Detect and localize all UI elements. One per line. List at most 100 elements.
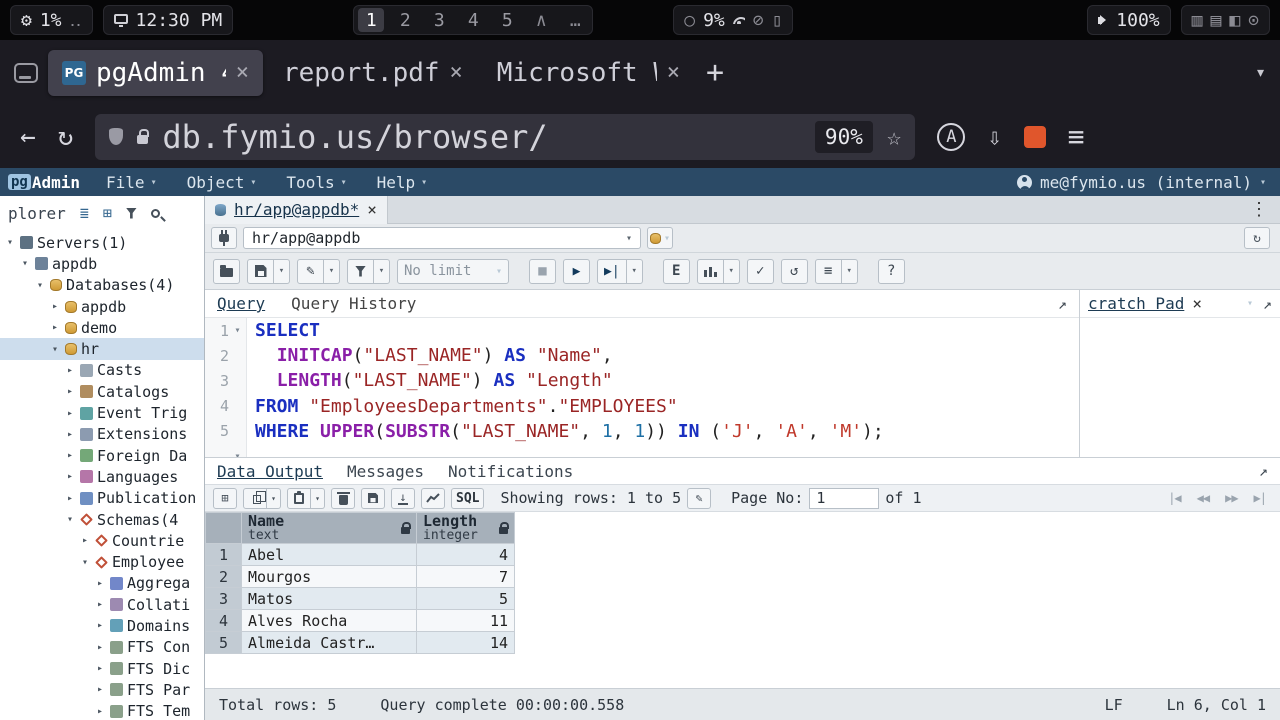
pgadmin-logo[interactable]: pg Admin xyxy=(8,173,80,192)
browser-tab[interactable]: report.pdf× xyxy=(269,50,477,96)
tree-panel-icon[interactable]: ≣ xyxy=(80,204,89,222)
clock-widget[interactable]: 12:30 PM xyxy=(103,5,234,35)
fold-arrow-icon[interactable]: ▾ xyxy=(231,325,244,336)
code-line[interactable]: 1▾SELECT xyxy=(205,318,1079,343)
tree-item-servers-1-[interactable]: ▾Servers(1) xyxy=(0,232,204,253)
save-page-icon[interactable]: ⇩ xyxy=(987,123,1001,151)
cell[interactable]: 11 xyxy=(417,610,515,632)
battery-widget[interactable]: ○ 9% ⊘ ▯ xyxy=(673,5,793,35)
row-number[interactable]: 1 xyxy=(206,544,242,566)
browser-tab[interactable]: PGpgAdmin 4× xyxy=(48,50,263,96)
cell[interactable]: 7 xyxy=(417,566,515,588)
tree-collapse-icon[interactable]: ▾ xyxy=(19,258,31,269)
expand-panel-icon[interactable]: ↗ xyxy=(1259,462,1268,480)
delete-row-button[interactable] xyxy=(331,488,355,509)
workspace-button-1[interactable]: 1 xyxy=(358,8,384,32)
tree-item-aggrega[interactable]: ▸Aggrega xyxy=(0,573,204,594)
tree-item-databases-4-[interactable]: ▾Databases(4) xyxy=(0,275,204,296)
filter-button[interactable] xyxy=(347,259,374,284)
tree-expand-icon[interactable]: ▸ xyxy=(94,684,106,695)
tree-item-domains[interactable]: ▸Domains xyxy=(0,615,204,636)
firefox-view-icon[interactable] xyxy=(14,63,38,83)
tree-expand-icon[interactable]: ▸ xyxy=(64,493,76,504)
code-line[interactable]: 2 INITCAP("LAST_NAME") AS "Name", xyxy=(205,343,1079,368)
row-number[interactable]: 3 xyxy=(206,588,242,610)
code-line[interactable]: 3 LENGTH("LAST_NAME") AS "Length" xyxy=(205,368,1079,393)
rollback-button[interactable]: ↺ xyxy=(781,259,808,284)
layout-icon[interactable]: ∧ xyxy=(528,8,554,32)
add-row-button[interactable]: ⊞ xyxy=(213,488,237,509)
filter-options-caret[interactable]: ▾ xyxy=(374,259,390,284)
edit-button[interactable]: ✎ xyxy=(297,259,324,284)
cell[interactable]: Abel xyxy=(242,544,417,566)
workspace-button-4[interactable]: 4 xyxy=(460,8,486,32)
url-bar[interactable]: db.fymio.us/browser/ 90% ☆ xyxy=(95,114,915,160)
tree-item-demo[interactable]: ▸demo xyxy=(0,317,204,338)
execute-options-caret[interactable]: ▾ xyxy=(627,259,643,284)
tree-item-countrie[interactable]: ▸Countrie xyxy=(0,530,204,551)
grid-panel-icon[interactable]: ⊞ xyxy=(103,204,112,222)
back-button[interactable]: ← xyxy=(20,122,36,152)
tree-expand-icon[interactable]: ▸ xyxy=(79,535,91,546)
column-header-length[interactable]: Lengthinteger xyxy=(417,513,515,544)
cell[interactable]: Matos xyxy=(242,588,417,610)
code-line[interactable]: ▾ xyxy=(205,444,1079,457)
column-header-name[interactable]: Nametext xyxy=(242,513,417,544)
tree-expand-icon[interactable]: ▸ xyxy=(94,578,106,589)
first-page-button[interactable]: |◀ xyxy=(1168,491,1180,505)
paste-button[interactable] xyxy=(287,488,311,509)
scratch-pad-tab[interactable]: cratch Pad xyxy=(1088,294,1184,313)
cell[interactable]: Almeida Castr… xyxy=(242,632,417,654)
account-icon[interactable]: A xyxy=(937,123,965,151)
expand-panel-icon[interactable]: ↗ xyxy=(1058,295,1067,313)
search-icon[interactable] xyxy=(151,209,160,218)
reset-layout-button[interactable]: ↻ xyxy=(1244,227,1270,249)
next-page-button[interactable]: ▶▶ xyxy=(1225,491,1237,505)
cell[interactable]: Alves Rocha xyxy=(242,610,417,632)
tree-expand-icon[interactable]: ▸ xyxy=(94,706,106,717)
graph-visualiser-button[interactable] xyxy=(421,488,445,509)
url-text[interactable]: db.fymio.us/browser/ xyxy=(162,118,547,156)
system-tray[interactable]: ▥ ▤ ◧ ⊙ xyxy=(1181,5,1270,35)
tree-expand-icon[interactable]: ▸ xyxy=(94,663,106,674)
tree-expand-icon[interactable]: ▸ xyxy=(64,386,76,397)
save-file-button[interactable] xyxy=(247,259,274,284)
explain-analyze-button[interactable] xyxy=(697,259,724,284)
workspace-more-icon[interactable]: … xyxy=(562,8,588,32)
tree-expand-icon[interactable]: ▸ xyxy=(64,450,76,461)
tree-item-collati[interactable]: ▸Collati xyxy=(0,594,204,615)
explain-options-caret[interactable]: ▾ xyxy=(724,259,740,284)
download-csv-button[interactable]: ↓ xyxy=(391,488,415,509)
copy-button[interactable] xyxy=(243,488,267,509)
row-number[interactable]: 5 xyxy=(206,632,242,654)
tree-expand-icon[interactable]: ▸ xyxy=(64,365,76,376)
tab-notifications[interactable]: Notifications xyxy=(448,462,573,481)
macros-button[interactable]: ≡ xyxy=(815,259,842,284)
cancel-query-button[interactable]: ■ xyxy=(529,259,556,284)
shield-icon[interactable] xyxy=(109,128,123,145)
tree-expand-icon[interactable]: ▸ xyxy=(94,599,106,610)
tree-item-fts-dic[interactable]: ▸FTS Dic xyxy=(0,658,204,679)
tree-item-extensions[interactable]: ▸Extensions xyxy=(0,424,204,445)
tab-close-icon[interactable]: × xyxy=(1192,294,1202,313)
page-number-input[interactable] xyxy=(809,488,879,509)
macros-caret[interactable]: ▾ xyxy=(842,259,858,284)
tree-item-publication[interactable]: ▸Publication xyxy=(0,488,204,509)
tree-collapse-icon[interactable]: ▾ xyxy=(79,557,91,568)
tree-item-appdb[interactable]: ▾appdb xyxy=(0,253,204,274)
cell[interactable]: 5 xyxy=(417,588,515,610)
query-tool-tab[interactable]: hr/app@appdb* × xyxy=(205,196,388,224)
tree-item-languages[interactable]: ▸Languages xyxy=(0,466,204,487)
tree-item-catalogs[interactable]: ▸Catalogs xyxy=(0,381,204,402)
tree-expand-icon[interactable]: ▸ xyxy=(64,408,76,419)
tree-item-schemas-4[interactable]: ▾Schemas(4 xyxy=(0,509,204,530)
tab-close-icon[interactable]: × xyxy=(367,200,377,219)
save-options-caret[interactable]: ▾ xyxy=(274,259,290,284)
user-menu[interactable]: me@fymio.us (internal) ▾ xyxy=(1017,173,1272,192)
tree-collapse-icon[interactable]: ▾ xyxy=(34,280,46,291)
row-limit-select[interactable]: No limit ▾ xyxy=(397,259,509,284)
power-icon[interactable]: ⊙ xyxy=(1248,10,1259,31)
tree-expand-icon[interactable]: ▸ xyxy=(49,301,61,312)
code-line[interactable]: 5WHERE UPPER(SUBSTR("LAST_NAME", 1, 1)) … xyxy=(205,419,1079,444)
cell[interactable]: Mourgos xyxy=(242,566,417,588)
